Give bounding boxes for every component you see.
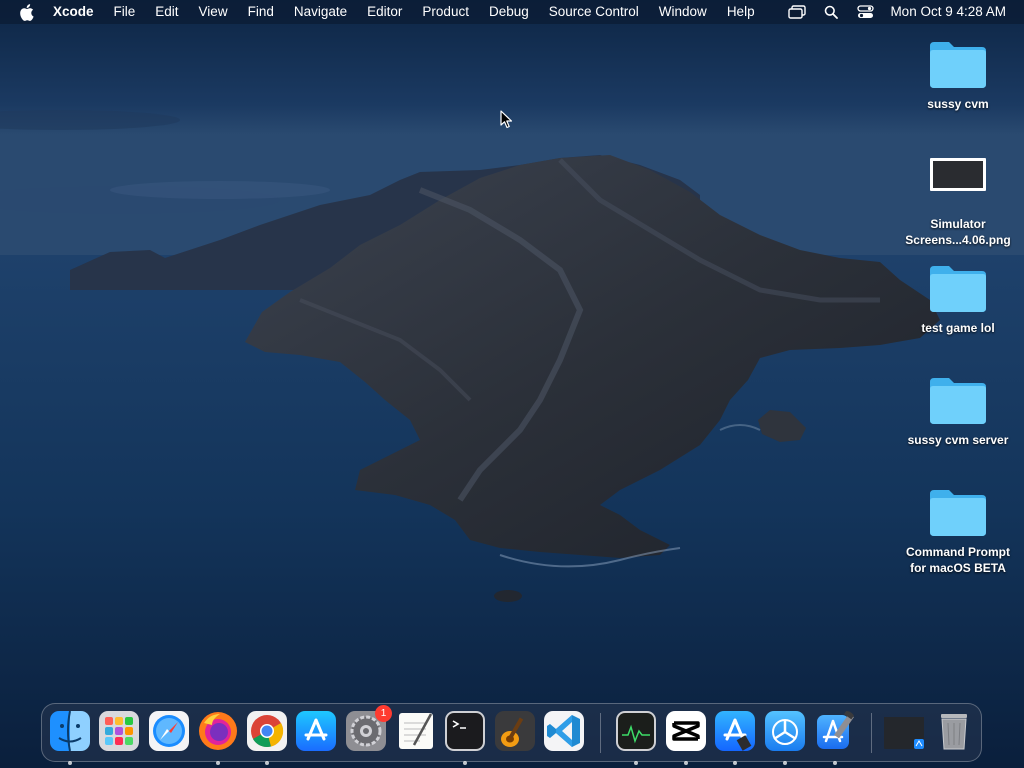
dock-capcut[interactable] bbox=[666, 711, 706, 765]
launchpad-icon bbox=[99, 711, 139, 751]
notification-badge: 1 bbox=[375, 705, 392, 722]
dock-instruments[interactable] bbox=[715, 711, 755, 765]
firefox-icon bbox=[198, 711, 238, 751]
testflight-icon bbox=[765, 711, 805, 751]
desktop-item-label: sussy cvm server bbox=[907, 433, 1009, 447]
dock-vscode[interactable] bbox=[544, 711, 584, 751]
running-indicator bbox=[68, 761, 72, 765]
menu-product[interactable]: Product bbox=[412, 0, 479, 24]
desktop-item-label: Simulator Screens...4.06.png bbox=[905, 217, 1011, 247]
desktop-item-label: test game lol bbox=[921, 321, 995, 335]
menu-help[interactable]: Help bbox=[717, 0, 765, 24]
dock-xcode[interactable] bbox=[815, 711, 855, 765]
menu-window[interactable]: Window bbox=[649, 0, 717, 24]
dock-recent-window[interactable] bbox=[884, 711, 924, 751]
desktop-item-command-prompt[interactable]: Command Prompt for macOS BETA bbox=[893, 486, 1023, 576]
capcut-icon bbox=[666, 711, 706, 751]
desktop-item-sussy-cvm[interactable]: sussy cvm bbox=[893, 38, 1023, 112]
dock-safari[interactable] bbox=[149, 711, 189, 751]
menu-bar: Xcode File Edit View Find Navigate Edito… bbox=[0, 0, 1024, 24]
menu-navigate[interactable]: Navigate bbox=[284, 0, 357, 24]
chrome-icon bbox=[247, 711, 287, 751]
screenshot-thumbnail-icon bbox=[930, 158, 986, 191]
apple-menu-icon[interactable] bbox=[17, 3, 35, 21]
dock-textedit[interactable] bbox=[396, 711, 436, 751]
app-menu-xcode[interactable]: Xcode bbox=[52, 0, 104, 24]
dock-app-store[interactable] bbox=[296, 711, 336, 751]
menu-edit[interactable]: Edit bbox=[145, 0, 188, 24]
dock-testflight[interactable] bbox=[765, 711, 805, 765]
folder-icon bbox=[930, 42, 986, 88]
instruments-icon bbox=[715, 711, 755, 751]
menu-source-control[interactable]: Source Control bbox=[539, 0, 649, 24]
desktop-item-test-game-lol[interactable]: test game lol bbox=[893, 262, 1023, 336]
dock-activity-monitor[interactable] bbox=[616, 711, 656, 765]
dock-system-settings[interactable]: 1 bbox=[346, 705, 392, 751]
search-icon[interactable] bbox=[822, 4, 840, 20]
dock-trash[interactable] bbox=[934, 711, 974, 751]
dock-firefox[interactable] bbox=[198, 711, 238, 765]
dock-terminal[interactable] bbox=[445, 711, 485, 765]
dock-separator bbox=[871, 713, 872, 753]
running-indicator bbox=[783, 761, 787, 765]
app-store-icon bbox=[296, 711, 336, 751]
dock-garageband[interactable] bbox=[495, 711, 535, 751]
textedit-icon bbox=[396, 711, 436, 751]
menu-bar-clock[interactable]: Mon Oct 9 4:28 AM bbox=[890, 0, 1006, 24]
dock-chrome[interactable] bbox=[247, 711, 287, 765]
safari-icon bbox=[149, 711, 189, 751]
running-indicator bbox=[833, 761, 837, 765]
screen-mirroring-icon[interactable] bbox=[788, 4, 807, 20]
control-center-icon[interactable] bbox=[856, 4, 874, 20]
mouse-cursor-icon bbox=[500, 110, 513, 129]
recent-window-icon bbox=[884, 711, 924, 751]
desktop-item-label: Command Prompt for macOS BETA bbox=[905, 545, 1010, 575]
running-indicator bbox=[216, 761, 220, 765]
screenshot-thumbnail-wrap bbox=[893, 158, 1023, 196]
dock-finder[interactable] bbox=[50, 711, 90, 765]
dock: 1 bbox=[41, 703, 982, 765]
dock-separator bbox=[600, 713, 601, 753]
folder-icon bbox=[930, 378, 986, 424]
terminal-icon bbox=[445, 711, 485, 751]
menu-debug[interactable]: Debug bbox=[479, 0, 539, 24]
running-indicator bbox=[634, 761, 638, 765]
menu-bar-left: Xcode File Edit View Find Navigate Edito… bbox=[0, 0, 765, 24]
menu-bar-right: Mon Oct 9 4:28 AM bbox=[780, 0, 1024, 24]
folder-icon bbox=[930, 266, 986, 312]
running-indicator bbox=[463, 761, 467, 765]
desktop-item-simulator-screenshot[interactable]: Simulator Screens...4.06.png bbox=[893, 158, 1023, 248]
finder-icon bbox=[50, 711, 90, 751]
xcode-icon bbox=[815, 711, 855, 751]
desktop-item-label: sussy cvm bbox=[927, 97, 989, 111]
folder-icon bbox=[930, 490, 986, 536]
running-indicator bbox=[265, 761, 269, 765]
menu-editor[interactable]: Editor bbox=[357, 0, 412, 24]
running-indicator bbox=[733, 761, 737, 765]
vscode-icon bbox=[544, 711, 584, 751]
menu-find[interactable]: Find bbox=[238, 0, 284, 24]
running-indicator bbox=[684, 761, 688, 765]
trash-icon bbox=[934, 711, 974, 751]
desktop-item-sussy-cvm-server[interactable]: sussy cvm server bbox=[893, 374, 1023, 448]
menu-file[interactable]: File bbox=[104, 0, 146, 24]
dock-launchpad[interactable] bbox=[99, 711, 139, 751]
garageband-icon bbox=[495, 711, 535, 751]
activity-monitor-icon bbox=[616, 711, 656, 751]
menu-view[interactable]: View bbox=[189, 0, 238, 24]
